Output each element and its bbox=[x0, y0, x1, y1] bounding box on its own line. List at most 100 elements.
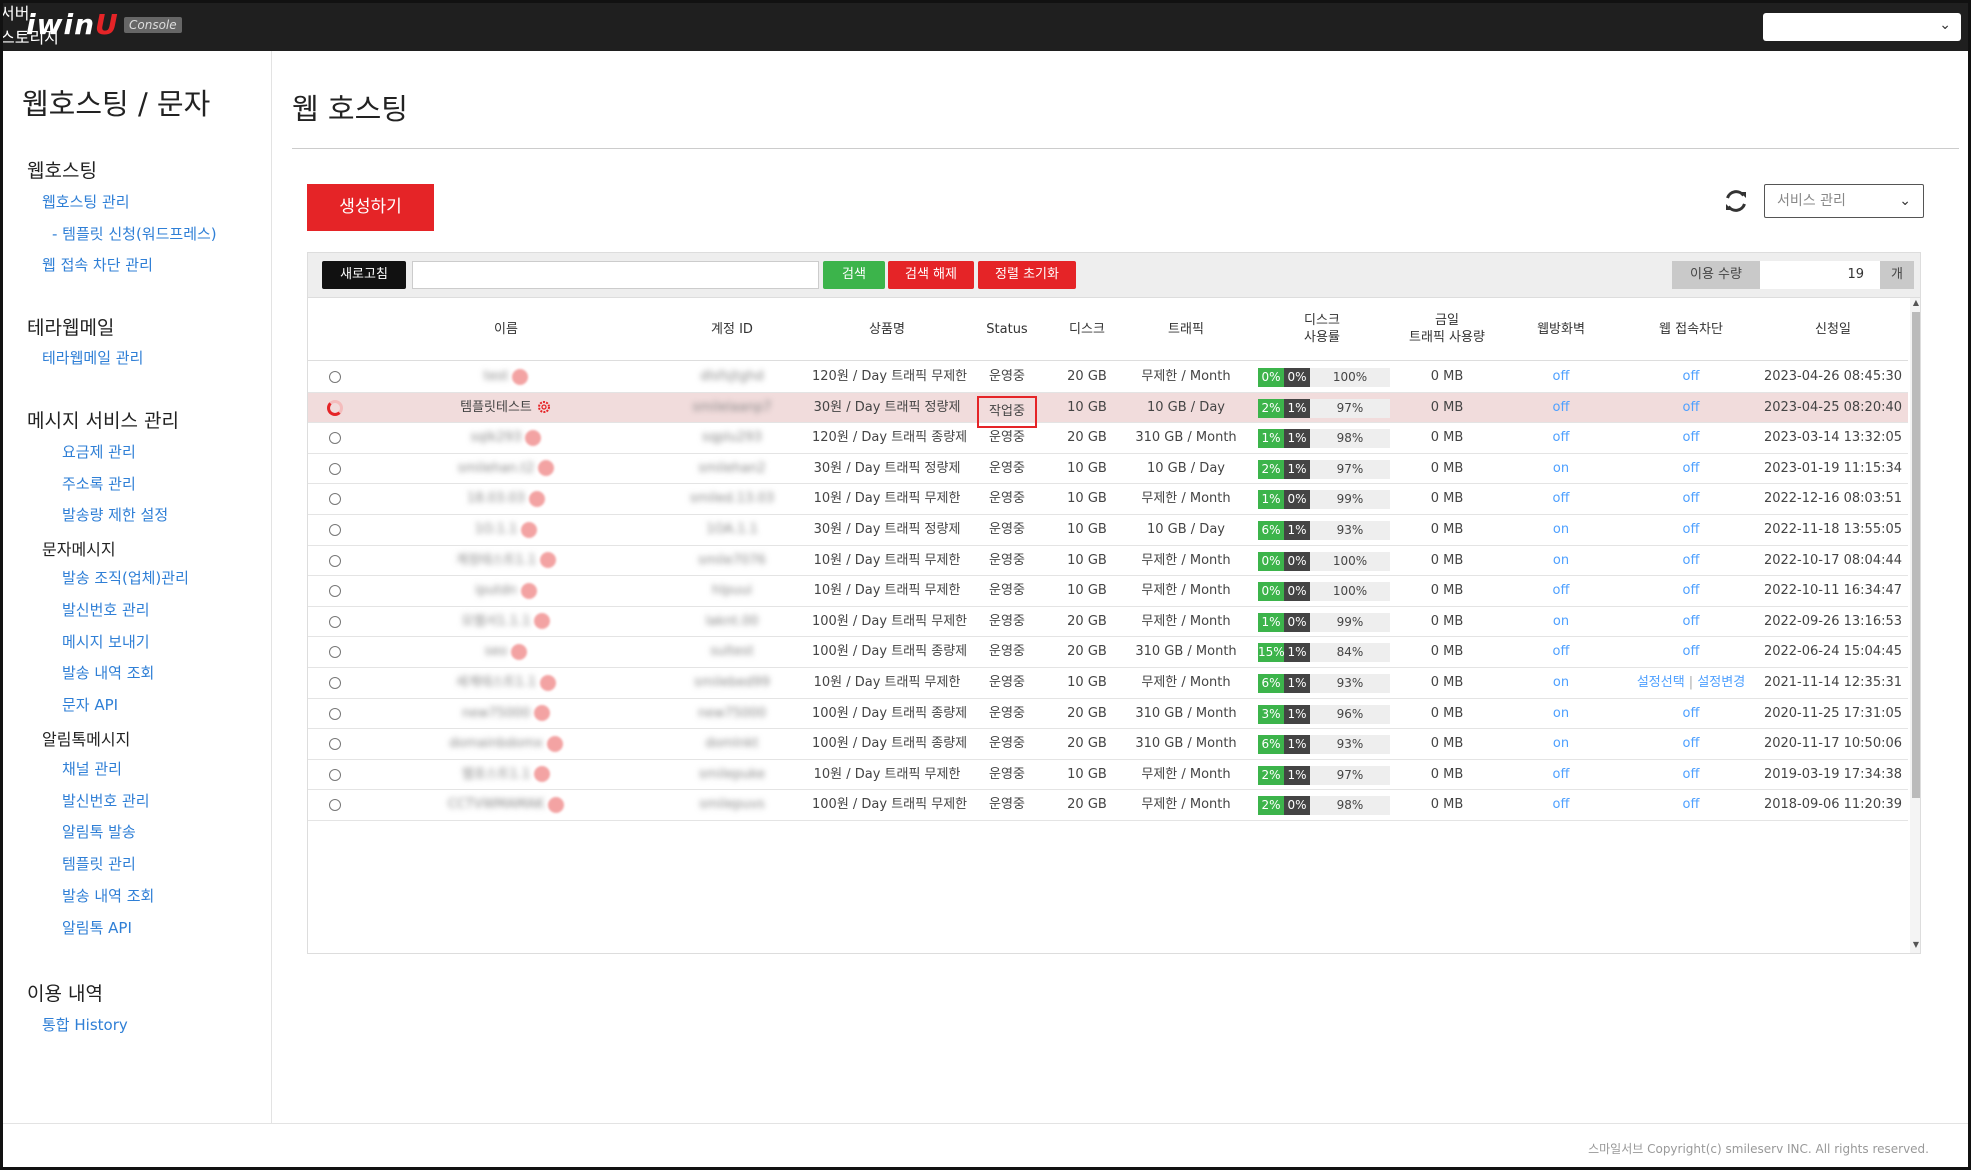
row-radio[interactable] bbox=[329, 738, 341, 751]
sidebar-item-13[interactable]: 메시지 보내기 bbox=[62, 631, 150, 652]
search-clear-button[interactable]: 검색 해제 bbox=[888, 261, 974, 289]
row-name[interactable]: 18.03.03 bbox=[396, 484, 616, 515]
row-block-link[interactable]: off bbox=[1626, 607, 1756, 638]
row-name[interactable]: 웹호스트1.1 bbox=[396, 760, 616, 791]
table-row[interactable]: smilehan.t2 smilehan2 30원 / Day 트래픽 정량제 운영중… bbox=[308, 454, 1908, 485]
row-name-text[interactable]: 18.03.03 bbox=[467, 491, 525, 506]
sidebar-item-17[interactable]: 채널 관리 bbox=[62, 758, 122, 779]
row-radio[interactable] bbox=[329, 707, 341, 720]
row-block-link[interactable]: off bbox=[1626, 454, 1756, 485]
sidebar-item-22[interactable]: 알림톡 API bbox=[62, 917, 132, 938]
scroll-down-icon[interactable]: ▼ bbox=[1910, 940, 1920, 952]
table-row[interactable]: iputdn hlpuui 10원 / Day 트래픽 무제한 운영중 10 GB 무제한… bbox=[308, 576, 1908, 607]
refresh-button[interactable]: 새로고침 bbox=[322, 261, 406, 289]
nav-right-item-0[interactable]: 쿠폰 등록 bbox=[0, 168, 1971, 192]
sidebar-item-11[interactable]: 발송 조직(업체)관리 bbox=[62, 567, 189, 588]
row-radio[interactable] bbox=[329, 585, 341, 598]
col-header-7[interactable]: 금일 트래픽 사용량 bbox=[1387, 298, 1507, 360]
row-waf-link[interactable]: on bbox=[1516, 607, 1606, 638]
sidebar-item-9[interactable]: 발송량 제한 설정 bbox=[62, 504, 168, 525]
table-row[interactable]: 웹호스트1.1 smilepuke 10원 / Day 트래픽 무제한 운영중 10 G… bbox=[308, 760, 1908, 791]
row-radio[interactable] bbox=[329, 462, 341, 475]
row-block-link[interactable]: off bbox=[1626, 637, 1756, 668]
row-waf-link[interactable]: off bbox=[1516, 393, 1606, 424]
create-button[interactable]: 생성하기 bbox=[307, 184, 434, 231]
row-name[interactable]: seo bbox=[396, 637, 616, 668]
row-waf-link[interactable]: on bbox=[1516, 546, 1606, 577]
row-radio[interactable] bbox=[329, 554, 341, 567]
row-radio[interactable] bbox=[329, 615, 341, 628]
row-radio[interactable] bbox=[329, 768, 341, 781]
row-block-link[interactable]: off bbox=[1626, 515, 1756, 546]
nav-item-0[interactable]: 서버 bbox=[0, 0, 1971, 24]
table-row[interactable]: CCTVWMAMAK smilepuvs 100원 / Day 트래픽 무제한 운영중… bbox=[308, 790, 1908, 821]
row-waf-link[interactable]: off bbox=[1516, 423, 1606, 454]
row-waf-link[interactable]: on bbox=[1516, 515, 1606, 546]
row-waf-link[interactable]: off bbox=[1516, 790, 1606, 821]
row-name[interactable]: domainbdomx bbox=[396, 729, 616, 760]
gear-icon[interactable] bbox=[520, 582, 537, 599]
table-row[interactable]: 계정테스트1.1 smile7076 10원 / Day 트래픽 무제한 운영중 10 … bbox=[308, 546, 1908, 577]
table-row[interactable]: domainbdomx domlnkt 100원 / Day 트래픽 종량제 운영중 2… bbox=[308, 729, 1908, 760]
row-name-text[interactable]: iputdn bbox=[475, 583, 517, 598]
row-waf-link[interactable]: off bbox=[1516, 760, 1606, 791]
gear-icon[interactable] bbox=[538, 460, 555, 477]
row-name-text[interactable]: CCTVWMAMAK bbox=[448, 797, 545, 812]
row-name-text[interactable]: seo bbox=[485, 644, 508, 659]
sidebar-item-19[interactable]: 알림톡 발송 bbox=[62, 821, 136, 842]
gear-icon[interactable] bbox=[534, 705, 551, 722]
row-block-link[interactable]: off bbox=[1626, 760, 1756, 791]
row-name-text[interactable]: new75000 bbox=[462, 706, 530, 721]
gear-icon[interactable] bbox=[548, 796, 565, 813]
row-name-text[interactable]: 세계테스트1.1 bbox=[456, 675, 536, 690]
row-radio[interactable] bbox=[329, 432, 341, 445]
row-name[interactable]: 세계테스트1.1 bbox=[396, 668, 616, 699]
gear-icon[interactable] bbox=[540, 674, 557, 691]
gear-icon[interactable] bbox=[528, 490, 545, 507]
col-header-1[interactable]: 계정 ID bbox=[667, 298, 797, 360]
row-name-text[interactable]: 계정테스트1.1 bbox=[456, 553, 536, 568]
row-block-link[interactable]: off bbox=[1626, 423, 1756, 454]
row-block-link[interactable]: off bbox=[1626, 790, 1756, 821]
sidebar-item-8[interactable]: 주소록 관리 bbox=[62, 473, 136, 494]
nav-right-item-2[interactable]: 기술지원 bbox=[0, 216, 1971, 240]
row-radio[interactable] bbox=[329, 799, 341, 812]
row-name-text[interactable]: 1O.1.1 bbox=[475, 522, 518, 537]
brand-logo[interactable]: iwinU bbox=[26, 8, 119, 41]
sidebar-item-7[interactable]: 요금제 관리 bbox=[62, 441, 136, 462]
sidebar-item-14[interactable]: 발송 내역 조회 bbox=[62, 662, 154, 683]
row-name-text[interactable]: 웹호스트1.1 bbox=[462, 767, 531, 782]
col-header-3[interactable]: Status bbox=[972, 298, 1042, 360]
col-header-9[interactable]: 웹 접속차단 bbox=[1626, 298, 1756, 360]
row-name[interactable]: test bbox=[396, 362, 616, 393]
gear-icon[interactable] bbox=[525, 429, 542, 446]
row-name[interactable]: CCTVWMAMAK bbox=[396, 790, 616, 821]
gear-icon[interactable] bbox=[546, 735, 563, 752]
table-row[interactable]: seo sultest 100원 / Day 트래픽 종량제 운영중 20 GB 310 … bbox=[308, 637, 1908, 668]
sidebar-item-21[interactable]: 발송 내역 조회 bbox=[62, 885, 154, 906]
sidebar-item-20[interactable]: 템플릿 관리 bbox=[62, 853, 136, 874]
row-name-text[interactable]: smilehan.t2 bbox=[458, 461, 535, 476]
row-name-text[interactable]: 템플릿테스트 bbox=[460, 400, 532, 415]
row-block-link[interactable]: off bbox=[1626, 699, 1756, 730]
gear-icon[interactable] bbox=[540, 552, 557, 569]
row-name-text[interactable]: 모웹서1.1.1 bbox=[462, 614, 531, 629]
sidebar-item-1[interactable]: 웹호스팅 관리 bbox=[42, 191, 130, 212]
row-radio[interactable] bbox=[329, 371, 341, 383]
scrollbar-thumb[interactable] bbox=[1912, 312, 1920, 798]
col-header-8[interactable]: 웹방화벽 bbox=[1516, 298, 1606, 360]
table-row[interactable]: sqlk293 sqplu293 120원 / Day 트래픽 종량제 운영중 20 G… bbox=[308, 423, 1908, 454]
sidebar-item-2[interactable]: - 템플릿 신청(워드프레스) bbox=[52, 223, 217, 244]
table-row[interactable]: 모웹서1.1.1 laknt.00 100원 / Day 트래픽 무제한 운영중 20 … bbox=[308, 607, 1908, 638]
sidebar-item-3[interactable]: 웹 접속 차단 관리 bbox=[42, 254, 153, 275]
sort-reset-button[interactable]: 정렬 초기화 bbox=[978, 261, 1076, 289]
row-block-link[interactable]: off bbox=[1626, 546, 1756, 577]
row-block-link[interactable]: off bbox=[1626, 362, 1756, 393]
col-header-6[interactable]: 디스크 사용률 bbox=[1262, 298, 1382, 360]
row-name[interactable]: 1O.1.1 bbox=[396, 515, 616, 546]
refresh-icon[interactable] bbox=[1723, 188, 1749, 214]
block-change-link[interactable]: 설정변경 bbox=[1697, 675, 1745, 690]
gear-icon[interactable] bbox=[536, 399, 552, 415]
row-waf-link[interactable]: on bbox=[1516, 454, 1606, 485]
row-block-link[interactable]: off bbox=[1626, 393, 1756, 424]
